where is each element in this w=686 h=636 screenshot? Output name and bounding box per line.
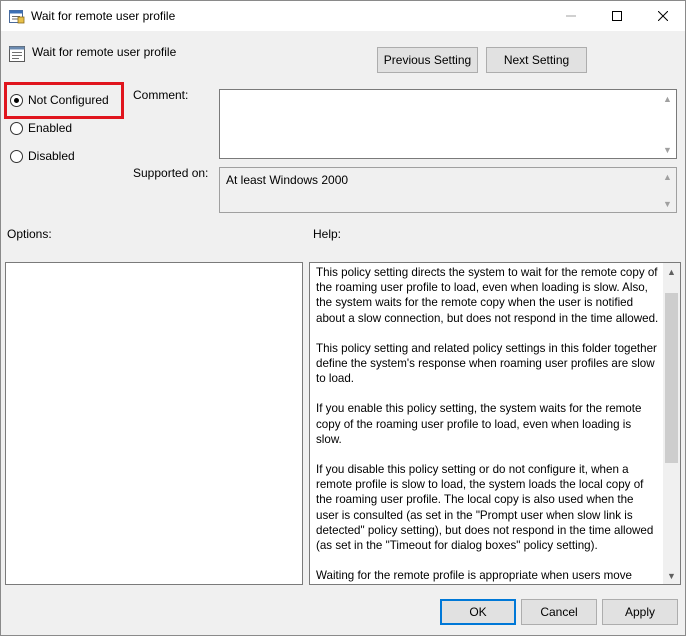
radio-not-configured[interactable]: Not Configured	[10, 93, 109, 107]
help-scrollbar[interactable]: ▲ ▼	[663, 263, 680, 584]
supported-on-field: At least Windows 2000 ▲ ▼	[219, 167, 677, 213]
help-paragraph: This policy setting and related policy s…	[316, 341, 657, 386]
radio-button[interactable]	[10, 149, 23, 163]
cancel-button[interactable]: Cancel	[521, 599, 597, 625]
scroll-up-icon[interactable]: ▲	[663, 263, 680, 280]
radio-button[interactable]	[10, 93, 23, 107]
radio-label: Not Configured	[28, 93, 109, 107]
options-panel	[5, 262, 303, 585]
scroll-down-icon[interactable]: ▼	[659, 141, 676, 158]
comment-label: Comment:	[133, 88, 189, 102]
setting-title: Wait for remote user profile	[32, 45, 177, 59]
ok-button[interactable]: OK	[440, 599, 516, 625]
title-bar: Wait for remote user profile	[1, 1, 685, 31]
supported-scrollbar: ▲ ▼	[659, 168, 676, 212]
scrollbar-thumb[interactable]	[665, 293, 678, 463]
radio-enabled[interactable]: Enabled	[10, 121, 72, 135]
window-title: Wait for remote user profile	[31, 9, 176, 23]
close-icon	[657, 8, 669, 24]
options-label: Options:	[7, 227, 52, 241]
scroll-down-icon: ▼	[663, 198, 672, 209]
close-button[interactable]	[640, 1, 686, 31]
maximize-icon	[612, 8, 622, 24]
help-paragraph: Waiting for the remote profile is approp…	[316, 569, 632, 583]
comment-scrollbar[interactable]: ▲ ▼	[659, 90, 676, 158]
scroll-down-icon[interactable]: ▼	[663, 567, 680, 584]
supported-on-value: At least Windows 2000	[226, 173, 349, 187]
minimize-icon	[566, 8, 576, 24]
help-text: This policy setting directs the system t…	[316, 265, 659, 584]
policy-dialog: Wait for remote user profile Wait for re…	[0, 0, 686, 636]
comment-field[interactable]: ▲ ▼	[219, 89, 677, 159]
supported-on-label: Supported on:	[133, 166, 209, 180]
previous-setting-button[interactable]: Previous Setting	[377, 47, 478, 73]
policy-icon	[9, 9, 25, 24]
radio-button[interactable]	[10, 121, 23, 135]
radio-label: Enabled	[28, 121, 73, 135]
help-panel[interactable]: This policy setting directs the system t…	[309, 262, 681, 585]
maximize-button[interactable]	[594, 1, 640, 31]
apply-button[interactable]: Apply	[602, 599, 678, 625]
setting-icon	[9, 46, 25, 62]
radio-label: Disabled	[28, 149, 75, 163]
scroll-up-icon: ▲	[663, 171, 672, 182]
minimize-button[interactable]	[548, 1, 594, 31]
help-label: Help:	[313, 227, 342, 241]
scroll-up-icon[interactable]: ▲	[659, 90, 676, 107]
help-paragraph: If you disable this policy setting or do…	[316, 463, 654, 553]
help-paragraph: This policy setting directs the system t…	[316, 266, 659, 325]
radio-disabled[interactable]: Disabled	[10, 149, 75, 163]
help-paragraph: If you enable this policy setting, the s…	[316, 402, 642, 446]
next-setting-button[interactable]: Next Setting	[486, 47, 587, 73]
